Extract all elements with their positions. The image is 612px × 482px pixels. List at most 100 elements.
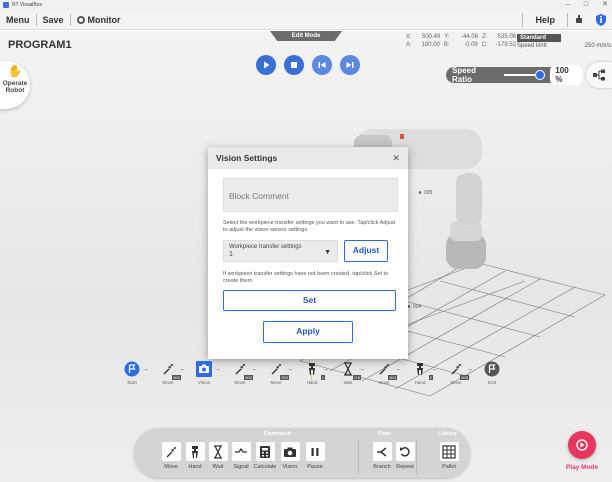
flow-node-number: 003 xyxy=(280,375,289,380)
flow-node-start[interactable]: Start xyxy=(116,361,148,385)
flow-node-hand[interactable]: 2 Hand xyxy=(404,361,436,385)
group-label-flow: Flow xyxy=(378,431,391,437)
command-palette: Command Flow Library Move Hand Wait Signal C… xyxy=(134,428,470,478)
flow-node-move[interactable]: 001 Move xyxy=(152,361,184,385)
speed-info: Standard Speed limit: 250 mm/s xyxy=(517,34,611,49)
flow-arrow-icon: → xyxy=(250,366,257,373)
flow-node-label: Wait xyxy=(343,380,353,385)
flow-node-number: 005 xyxy=(460,375,469,380)
tree-icon xyxy=(593,69,605,81)
dialog-description-2: If workpiece transfer settings have not … xyxy=(223,271,389,284)
dialog-header: Vision Settings ✕ xyxy=(208,147,408,169)
speed-ratio-label: Speed Ratio xyxy=(452,66,477,84)
speed-limit-label: Speed limit: xyxy=(517,43,549,49)
step-forward-button[interactable] xyxy=(340,55,360,75)
camera-icon xyxy=(280,442,300,461)
flow-node-vision[interactable]: Vision xyxy=(188,361,220,385)
flow-node-label: End xyxy=(487,380,496,385)
speed-ratio-value: 100 % xyxy=(550,65,582,85)
coord-c: -179.52 xyxy=(495,42,516,48)
move-icon: 003 xyxy=(268,361,289,380)
hourglass-icon xyxy=(208,442,228,461)
move-icon xyxy=(161,442,181,461)
adjust-button[interactable]: Adjust xyxy=(344,240,388,262)
flow-node-wait[interactable]: 0.5 Wait xyxy=(332,361,364,385)
repeat-icon xyxy=(395,442,415,461)
step-back-button[interactable] xyxy=(312,55,332,75)
coord-y-label: Y: xyxy=(444,34,450,40)
command-pause[interactable]: Pause xyxy=(304,442,326,470)
hand-icon: ✋ xyxy=(7,64,23,78)
close-window-button[interactable]: ✕ xyxy=(602,0,608,10)
play-mode-circle[interactable] xyxy=(568,431,596,459)
play-mode-button[interactable]: Play Mode xyxy=(562,431,602,471)
dialog-title: Vision Settings xyxy=(216,153,278,163)
command-label: Pallet xyxy=(442,464,456,470)
play-mode-label: Play Mode xyxy=(565,464,599,471)
info-button[interactable] xyxy=(590,10,612,30)
step-back-icon xyxy=(318,62,326,68)
play-icon xyxy=(264,61,270,69)
apply-button[interactable]: Apply xyxy=(263,321,353,343)
hand-icon: 2 xyxy=(412,361,433,380)
flow-node-label: Start xyxy=(127,380,137,385)
flow-node-label: Vision xyxy=(197,380,211,385)
command-label: Repeat xyxy=(396,464,414,470)
coord-y: -44.06 xyxy=(461,34,479,40)
set-button[interactable]: Set xyxy=(223,290,396,311)
speed-limit-value: 250 mm/s xyxy=(584,43,611,49)
help-button[interactable]: Help xyxy=(522,13,568,27)
program-tree-button[interactable] xyxy=(586,62,612,88)
robot-status-button[interactable] xyxy=(568,10,590,30)
flow-node-end[interactable]: End xyxy=(476,361,508,385)
flow-node-move[interactable]: 003 Move xyxy=(260,361,292,385)
flow-node-move[interactable]: 004 Move xyxy=(368,361,400,385)
dialog-description: Select the workpiece transfer settings y… xyxy=(223,220,396,233)
flow-node-hand[interactable]: 1 Hand xyxy=(296,361,328,385)
program-name: PROGRAM1 xyxy=(8,39,72,51)
flow-node-number: 0.5 xyxy=(353,375,361,380)
hand-icon xyxy=(185,442,205,461)
block-comment-input[interactable]: Block Comment xyxy=(223,178,398,212)
coord-x: 500.49 xyxy=(421,34,441,40)
calculator-icon xyxy=(255,442,275,461)
coord-z-label: Z: xyxy=(482,34,488,40)
coordinate-readout: X: 500.49 Y: -44.06 Z: 535.06 A: 180.00 B: -0… xyxy=(406,33,516,49)
flow-arrow-icon: → xyxy=(214,366,221,373)
operate-robot-label-1: Operate xyxy=(2,80,28,87)
select-value: 1 xyxy=(229,251,233,258)
coord-x-label: X: xyxy=(406,34,412,40)
flow-node-move[interactable]: 005 Move xyxy=(440,361,472,385)
command-repeat[interactable]: Repeat xyxy=(394,442,416,470)
workpiece-transfer-select[interactable]: Workpiece transfer settings 1 ▼ xyxy=(223,240,338,262)
stop-button[interactable] xyxy=(284,55,304,75)
minimize-button[interactable]: – xyxy=(566,0,570,10)
hourglass-icon: 0.5 xyxy=(340,361,361,380)
step-forward-icon xyxy=(346,62,354,68)
app-icon xyxy=(3,2,9,8)
coord-a: 180.00 xyxy=(421,42,440,48)
move-icon: 004 xyxy=(376,361,397,380)
monitor-icon xyxy=(76,15,85,24)
flow-arrow-icon: → xyxy=(394,366,401,373)
flow-node-label: Move xyxy=(162,380,174,385)
monitor-button[interactable]: Monitor xyxy=(71,15,127,25)
flow-arrow-icon: → xyxy=(142,366,149,373)
speed-ratio-control[interactable]: Speed Ratio 100 % xyxy=(446,65,582,85)
save-button[interactable]: Save xyxy=(37,15,70,25)
maximize-button[interactable]: □ xyxy=(584,0,588,10)
menu-button[interactable]: Menu xyxy=(0,15,36,25)
play-button[interactable] xyxy=(256,55,276,75)
flow-node-move[interactable]: 002 Move xyxy=(224,361,256,385)
flow-arrow-icon: → xyxy=(466,366,473,373)
coord-z: 535.06 xyxy=(497,34,516,40)
flow-node-label: Move xyxy=(450,380,462,385)
speed-ratio-knob[interactable] xyxy=(535,70,546,80)
flow-arrow-icon: → xyxy=(358,366,365,373)
robot-viewport[interactable]: 005 004 PROGRAM1 Edit Mode X: 500.49 Y: -4… xyxy=(0,31,612,482)
flow-node-number: 1 xyxy=(320,375,325,380)
dialog-close-button[interactable]: ✕ xyxy=(392,147,400,169)
command-pallet[interactable]: Pallet xyxy=(438,442,460,470)
operate-robot-label-2: Robot xyxy=(5,87,25,94)
speed-ratio-slider[interactable] xyxy=(504,70,546,80)
